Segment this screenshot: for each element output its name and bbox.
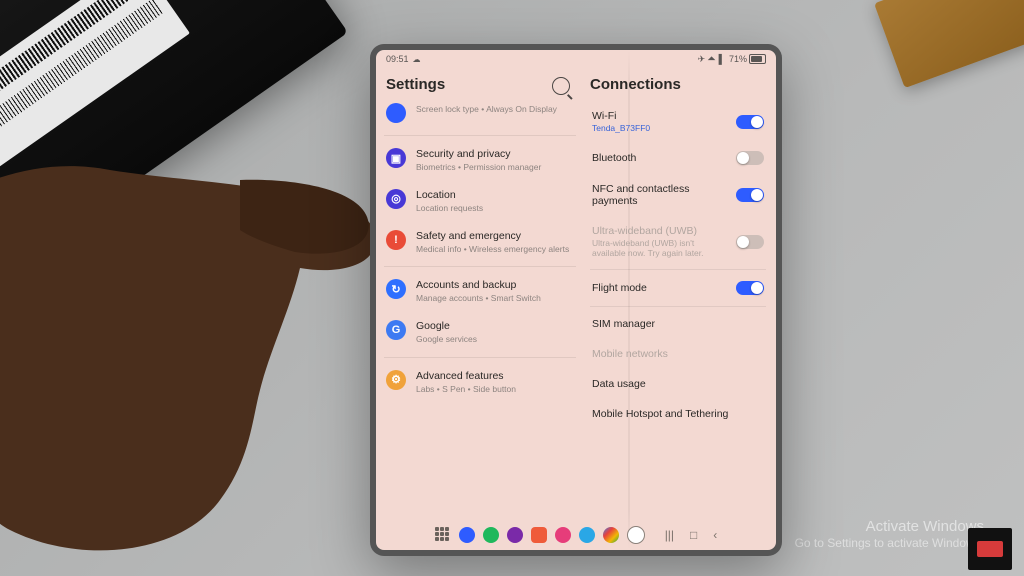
connections-row[interactable]: NFC and contactless payments [586, 174, 770, 216]
settings-item[interactable]: ▣ Security and privacyBiometrics • Permis… [382, 140, 578, 181]
settings-item-subtitle: Screen lock type • Always On Display [416, 104, 574, 115]
app-icon[interactable] [627, 526, 645, 544]
settings-item[interactable]: G GoogleGoogle services [382, 312, 578, 353]
settings-item-icon [386, 103, 406, 123]
hand-silhouette [0, 60, 380, 560]
row-label: Bluetooth [592, 152, 636, 164]
connections-row[interactable]: SIM manager [586, 309, 770, 339]
settings-item-title: Advanced features [416, 370, 574, 383]
toggle-switch [736, 235, 764, 249]
weather-icon [413, 54, 421, 64]
browser-app-icon[interactable] [507, 527, 523, 543]
settings-item[interactable]: ◎ LocationLocation requests [382, 181, 578, 222]
wifi-icon [709, 54, 714, 64]
row-label: Flight mode [592, 282, 647, 294]
row-sublabel: Tenda_B73FF0 [592, 123, 650, 133]
settings-item-title: Safety and emergency [416, 230, 574, 243]
messages-app-icon[interactable] [483, 527, 499, 543]
row-label: Data usage [592, 378, 646, 390]
connections-row[interactable]: Data usage [586, 369, 770, 399]
settings-item-title: Google [416, 320, 574, 333]
watermark-title: Activate Windows [795, 517, 984, 537]
settings-item-icon: ↻ [386, 279, 406, 299]
connections-row[interactable]: Flight mode [586, 272, 770, 304]
settings-item-title: Security and privacy [416, 148, 574, 161]
connections-row[interactable]: Wi-FiTenda_B73FF0 [586, 101, 770, 142]
settings-pane[interactable]: Settings Screen lock type • Always On Di… [382, 70, 578, 520]
phone-device: 09:51 ✈ ▌ 71% Settings Screen lock type … [370, 44, 782, 556]
airplane-mode-icon: ✈ [698, 54, 706, 65]
settings-item-title: Location [416, 189, 574, 202]
settings-item-subtitle: Location requests [416, 203, 574, 214]
settings-item-icon: ◎ [386, 189, 406, 209]
connections-row[interactable]: Mobile Hotspot and Tethering [586, 399, 770, 429]
row-label: Wi-Fi [592, 110, 650, 122]
connections-row[interactable]: Bluetooth [586, 142, 770, 174]
divider [384, 135, 576, 136]
app-icon[interactable] [531, 527, 547, 543]
connections-row: Ultra-wideband (UWB)Ultra-wideband (UWB)… [586, 216, 770, 267]
signal-icon: ▌ [719, 54, 725, 64]
gallery-app-icon[interactable] [555, 527, 571, 543]
toggle-switch[interactable] [736, 151, 764, 165]
toggle-switch[interactable] [736, 188, 764, 202]
row-label: Mobile Hotspot and Tethering [592, 408, 728, 420]
settings-item-icon: ⚙ [386, 370, 406, 390]
settings-item-subtitle: Labs • S Pen • Side button [416, 384, 574, 395]
divider [384, 357, 576, 358]
watermark-sub: Go to Settings to activate Windows. [795, 536, 984, 552]
settings-item-subtitle: Medical info • Wireless emergency alerts [416, 244, 574, 255]
nav-back-button[interactable]: ‹ [713, 528, 717, 542]
play-store-icon[interactable] [603, 527, 619, 543]
divider [590, 306, 766, 307]
connections-pane[interactable]: Connections Wi-FiTenda_B73FF0 Bluetooth NF… [586, 70, 770, 520]
app-icon[interactable] [579, 527, 595, 543]
taskbar: ||| □ ‹ [376, 520, 776, 550]
settings-title: Settings [386, 76, 445, 93]
status-bar: 09:51 ✈ ▌ 71% [376, 50, 776, 68]
connections-row: Mobile networks [586, 339, 770, 369]
settings-item-icon: ▣ [386, 148, 406, 168]
row-label: NFC and contactless payments [592, 183, 736, 207]
divider [590, 269, 766, 270]
app-drawer-icon[interactable] [435, 527, 451, 543]
phone-app-icon[interactable] [459, 527, 475, 543]
toggle-switch[interactable] [736, 281, 764, 295]
search-icon[interactable] [552, 77, 570, 95]
battery-percent: 71% [729, 54, 747, 64]
settings-item-icon: G [386, 320, 406, 340]
nav-recent-button[interactable]: ||| [665, 528, 674, 542]
settings-item[interactable]: ↻ Accounts and backupManage accounts • Sm… [382, 271, 578, 312]
settings-item-subtitle: Google services [416, 334, 574, 345]
toggle-switch[interactable] [736, 115, 764, 129]
phone-screen: 09:51 ✈ ▌ 71% Settings Screen lock type … [376, 50, 776, 550]
nav-home-button[interactable]: □ [690, 528, 697, 542]
windows-watermark: Activate Windows Go to Settings to activ… [795, 517, 984, 552]
row-label: Ultra-wideband (UWB) [592, 225, 712, 237]
channel-logo-icon [968, 528, 1012, 570]
divider [384, 266, 576, 267]
battery-icon [749, 54, 766, 64]
settings-item[interactable]: Screen lock type • Always On Display [382, 101, 578, 131]
settings-item[interactable]: ! Safety and emergencyMedical info • Wire… [382, 222, 578, 263]
settings-item[interactable]: ⚙ Advanced featuresLabs • S Pen • Side bu… [382, 362, 578, 403]
battery-indicator: 71% [729, 54, 766, 64]
settings-item-subtitle: Manage accounts • Smart Switch [416, 293, 574, 304]
row-label: Mobile networks [592, 348, 668, 360]
settings-item-subtitle: Biometrics • Permission manager [416, 162, 574, 173]
connections-title: Connections [590, 76, 766, 93]
status-time: 09:51 [386, 54, 409, 64]
row-label: SIM manager [592, 318, 655, 330]
settings-item-title: Accounts and backup [416, 279, 574, 292]
settings-item-icon: ! [386, 230, 406, 250]
row-description: Ultra-wideband (UWB) isn't available now… [592, 238, 712, 258]
